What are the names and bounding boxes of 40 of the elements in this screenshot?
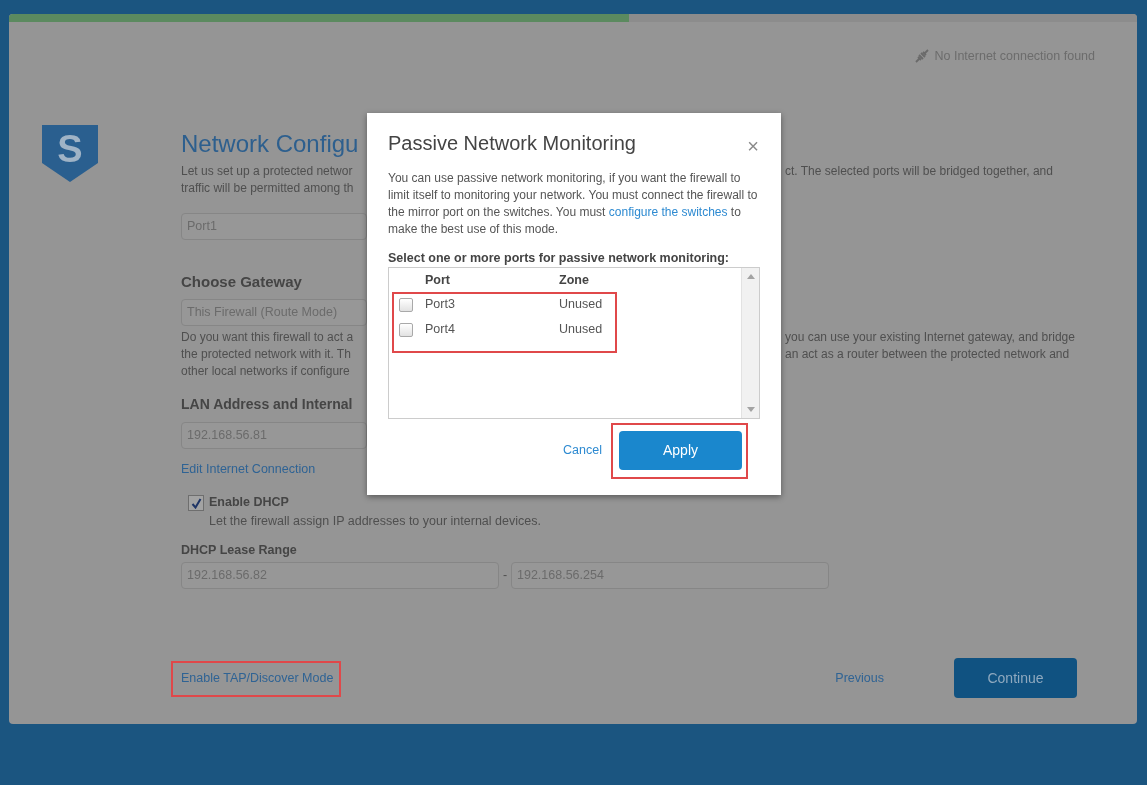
configure-switches-link[interactable]: configure the switches [608, 205, 728, 219]
description-text: you can use your existing Internet gateway, and bridge [785, 329, 1075, 346]
table-cell-text: Port3 [425, 296, 456, 314]
checkbox[interactable] [399, 297, 413, 312]
scrollbar[interactable] [741, 268, 759, 418]
logo-shield: S [42, 125, 98, 182]
ports-prompt: Select one or more ports for passive network monitoring: [388, 250, 731, 267]
column-header: Zone [559, 272, 589, 289]
dialog-title: Passive Network Monitoring [388, 131, 636, 156]
edit-connection-link[interactable]: Edit Internet Connection [181, 461, 316, 478]
section-heading: Choose Gateway [181, 272, 302, 292]
range-separator: - [501, 567, 509, 585]
scroll-up-icon[interactable] [746, 274, 755, 279]
description-text: other local networks if configure [181, 363, 351, 380]
description-text: traffic will be permitted among th [181, 180, 355, 197]
apply-button[interactable]: Apply [619, 431, 742, 470]
section-heading: LAN Address and Internal [181, 395, 353, 414]
table-cell-text: Port4 [425, 321, 456, 339]
close-button[interactable]: × [747, 136, 759, 156]
hint-text: Let the firewall assign IP addresses to your internal devices. [209, 513, 541, 530]
table-cell-text: Unused [559, 321, 603, 339]
description-text: Do you want this firewall to act a [181, 329, 355, 346]
description-text: Let us set up a protected networ [181, 163, 354, 180]
cancel-link[interactable]: Cancel [563, 441, 602, 460]
section-heading: DHCP Lease Range [181, 542, 297, 559]
previous-link[interactable]: Previous [835, 668, 884, 688]
description-text: ct. The selected ports will be bridged together, and [785, 163, 1053, 180]
disconnected-icon [915, 49, 930, 63]
table-cell-text: Unused [559, 296, 603, 314]
description-text: the protected network with it. Th [181, 346, 352, 363]
page-title: Network Configu [181, 129, 360, 159]
checkbox-label: Enable DHCP [209, 494, 290, 511]
continue-button[interactable]: Continue [954, 658, 1077, 698]
scroll-down-icon[interactable] [746, 407, 755, 412]
checkbox[interactable] [188, 495, 204, 511]
description-text: an act as a router between the protected network and [785, 346, 1070, 363]
dialog-description: You can use passive network monitoring, if you want the firewall to limit itself to monitoring your network. You must connect the firewall to the mirror port on the switches. You must configure the switches to make the best use of this mode. [388, 170, 759, 238]
tap-mode-link[interactable]: Enable TAP/Discover Mode [181, 669, 334, 687]
column-header: Port [425, 272, 451, 289]
checkbox[interactable] [399, 322, 413, 337]
